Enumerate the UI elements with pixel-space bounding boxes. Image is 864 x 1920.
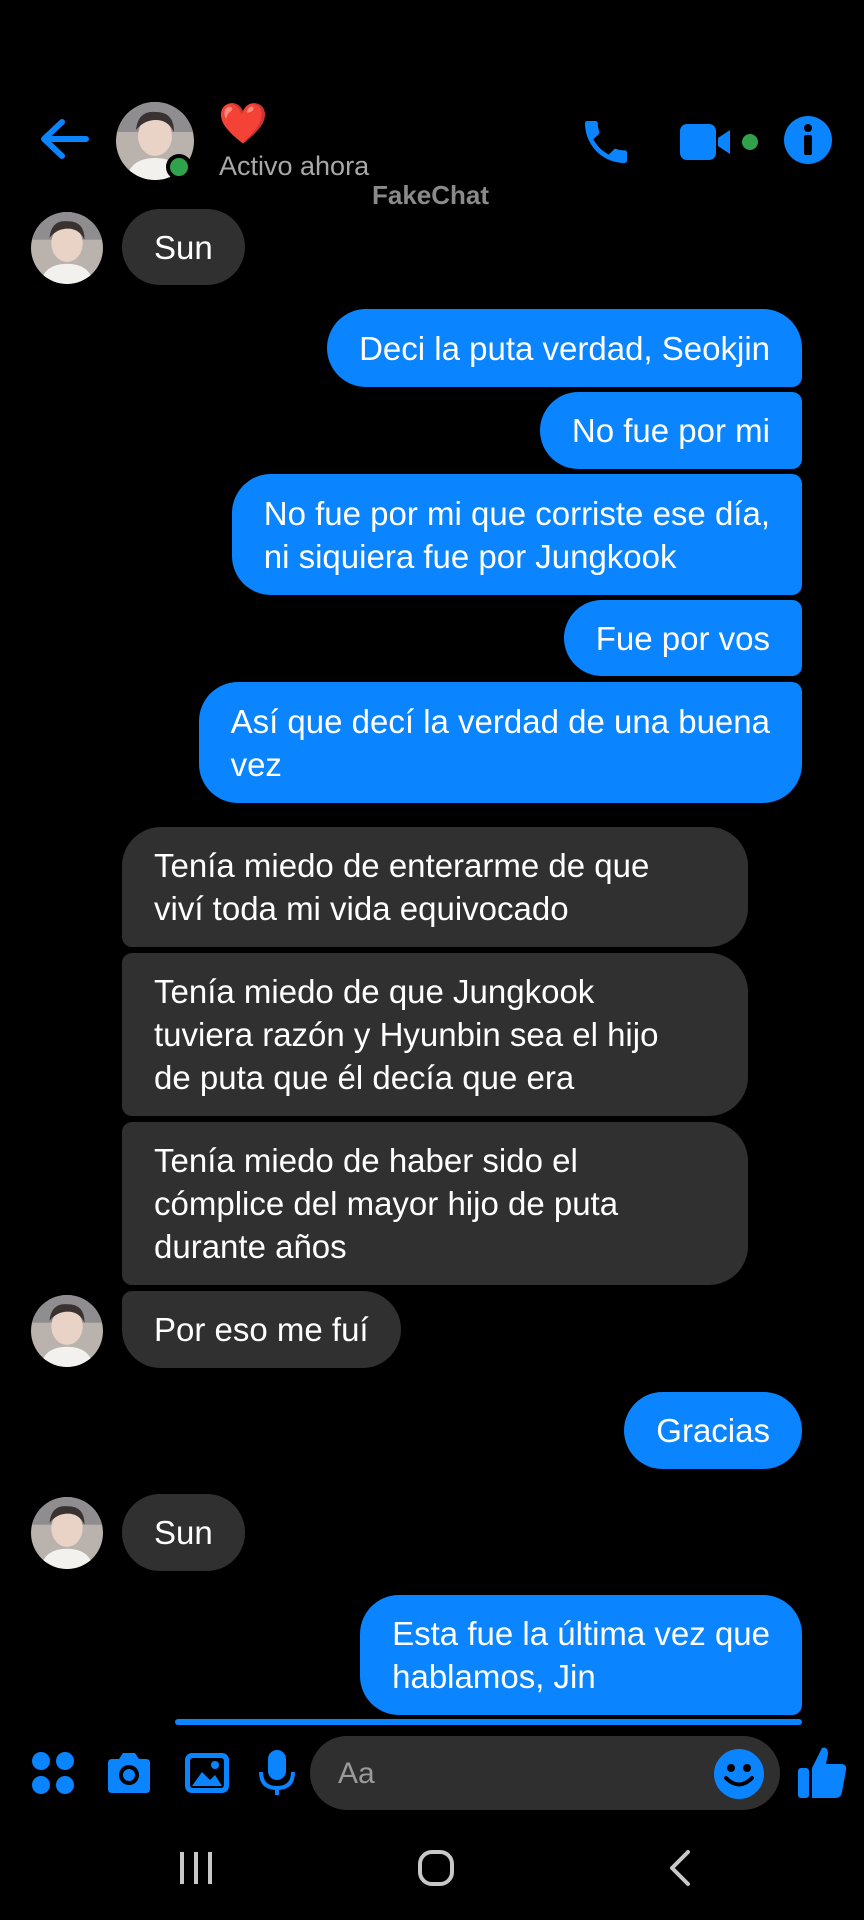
apps-button[interactable] <box>28 1748 78 1798</box>
emoji-icon <box>714 1749 764 1799</box>
camera-button[interactable] <box>104 1748 154 1798</box>
message-bubble-outgoing[interactable]: Esta fue la última vez que hablamos, Jin <box>360 1595 802 1715</box>
system-back-button[interactable] <box>662 1848 702 1893</box>
thumbs-up-icon <box>798 1747 847 1798</box>
camera-icon <box>108 1753 150 1793</box>
phone-icon <box>585 121 627 163</box>
like-button[interactable] <box>796 1744 848 1800</box>
recent-apps-button[interactable] <box>176 1848 216 1893</box>
back-arrow-icon <box>41 119 89 159</box>
message-bubble-outgoing[interactable]: No fue por mi <box>539 392 802 469</box>
emoji-button[interactable] <box>712 1747 766 1801</box>
message-avatar[interactable] <box>31 1497 103 1569</box>
info-icon <box>784 116 832 164</box>
message-bubble-incoming[interactable]: Sun <box>122 1494 245 1571</box>
microphone-icon <box>259 1750 295 1795</box>
message-bubble-outgoing[interactable]: Deci la puta verdad, Seokjin <box>327 309 802 387</box>
call-button[interactable] <box>578 114 634 170</box>
message-bubble-incoming[interactable]: Tenía miedo de que Jungkook tuviera razó… <box>122 953 748 1116</box>
message-bubble-outgoing[interactable]: Así que decí la verdad de una buena vez <box>198 682 802 803</box>
back-button[interactable] <box>38 114 90 164</box>
message-bubble-incoming[interactable]: Tenía miedo de enterarme de que viví tod… <box>122 827 748 947</box>
message-bubble-incoming[interactable]: Por eso me fuí <box>122 1291 401 1368</box>
home-icon <box>418 1850 454 1886</box>
message-bubble-outgoing[interactable]: No fue por mi que corriste ese día, ni s… <box>231 474 802 595</box>
message-bubble-partial <box>175 1719 802 1725</box>
video-camera-icon <box>680 124 758 160</box>
recent-apps-icon <box>180 1852 212 1884</box>
apps-icon <box>32 1752 74 1794</box>
gallery-button[interactable] <box>182 1748 232 1798</box>
home-button[interactable] <box>416 1848 456 1893</box>
message-avatar[interactable] <box>31 212 103 284</box>
message-avatar[interactable] <box>31 1295 103 1367</box>
chevron-left-icon <box>670 1850 690 1886</box>
contact-status: Activo ahora <box>219 151 370 181</box>
message-bubble-incoming[interactable]: Tenía miedo de haber sido el cómplice de… <box>122 1122 748 1285</box>
message-bubble-outgoing[interactable]: Fue por vos <box>563 600 802 676</box>
microphone-button[interactable] <box>255 1748 299 1798</box>
message-bubble-incoming[interactable]: Sun <box>122 209 245 285</box>
message-bubble-outgoing[interactable]: Gracias <box>624 1392 802 1469</box>
contact-name[interactable]: ❤️ <box>218 104 268 144</box>
watermark: FakeChat <box>372 180 490 210</box>
video-call-button[interactable] <box>678 120 768 164</box>
gallery-icon <box>185 1753 229 1793</box>
info-button[interactable] <box>782 114 834 166</box>
online-status-dot <box>166 154 192 180</box>
message-input[interactable] <box>336 1750 680 1798</box>
